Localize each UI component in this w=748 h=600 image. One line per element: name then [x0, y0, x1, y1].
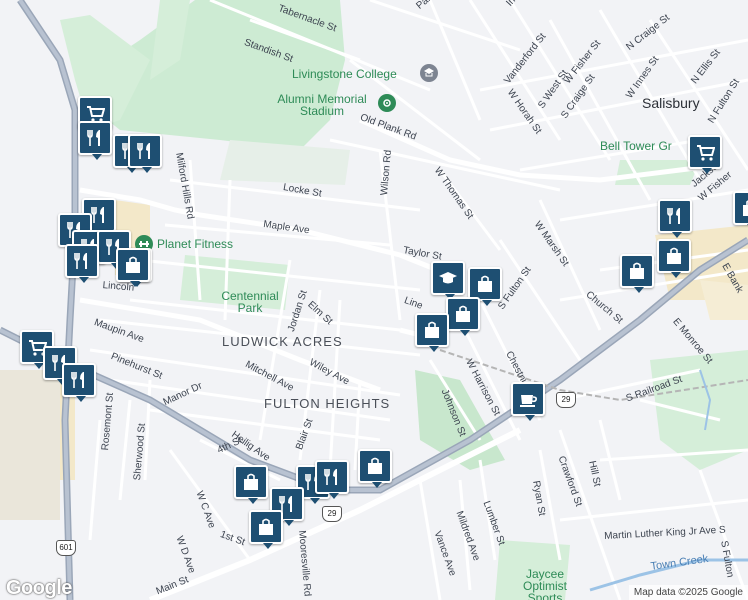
poi-label-alumni-stadium: Alumni Memorial Stadium	[277, 92, 367, 118]
shopping-bag-icon	[740, 198, 748, 218]
map-canvas[interactable]: Tabernacle St Standish St Institute Park…	[0, 0, 748, 600]
route-shield-29: 29	[556, 392, 576, 408]
map-marker-shopping-bag[interactable]	[657, 239, 691, 278]
shopping-bag-icon	[475, 274, 495, 294]
city-label: Salisbury	[642, 95, 700, 111]
shopping-cart-icon	[695, 142, 715, 162]
poi-label-livingstone-college: Livingstone College	[292, 67, 397, 81]
map-marker-restaurant[interactable]	[658, 199, 692, 238]
map-marker-shopping-bag[interactable]	[446, 297, 480, 336]
restaurant-icon	[69, 370, 89, 390]
neighborhood-label: LUDWICK ACRES	[222, 334, 343, 349]
restaurant-icon	[72, 251, 92, 271]
map-marker-shopping-bag[interactable]	[358, 449, 392, 488]
map-marker-shopping-bag[interactable]	[468, 267, 502, 306]
map-marker-restaurant[interactable]	[315, 460, 349, 499]
map-marker-shopping-bag[interactable]	[249, 510, 283, 549]
map-marker-shopping-cart[interactable]	[688, 135, 722, 174]
shopping-bag-icon	[241, 472, 261, 492]
shopping-bag-icon	[123, 255, 143, 275]
google-logo: Google	[6, 577, 72, 599]
restaurant-icon	[665, 206, 685, 226]
shopping-bag-icon	[422, 320, 442, 340]
map-attribution[interactable]: Map data ©2025 Google	[628, 585, 748, 600]
poi-label-planet-fitness: Planet Fitness	[157, 237, 234, 251]
map-marker-restaurant[interactable]	[65, 244, 99, 283]
park-label: Centennial Park	[221, 289, 279, 315]
map-marker-restaurant[interactable]	[78, 121, 112, 160]
education-icon	[438, 268, 458, 288]
shopping-bag-icon	[453, 304, 473, 324]
map-marker-shopping-bag[interactable]	[620, 254, 654, 293]
coffee-icon	[518, 389, 538, 409]
map-marker-education[interactable]	[431, 261, 465, 300]
route-shield-29: 29	[322, 506, 342, 522]
school-icon	[420, 64, 438, 82]
restaurant-icon	[85, 128, 105, 148]
restaurant-icon	[135, 141, 155, 161]
map-marker-shopping-bag[interactable]	[415, 313, 449, 352]
map-marker-shopping-bag[interactable]	[234, 465, 268, 504]
restaurant-icon	[89, 205, 109, 225]
poi-label-jaycee-optimist: Jaycee Optimist Sports	[522, 567, 567, 600]
shopping-bag-icon	[365, 456, 385, 476]
shopping-cart-icon	[85, 103, 105, 123]
shopping-bag-icon	[627, 261, 647, 281]
neighborhood-label: FULTON HEIGHTS	[264, 396, 391, 411]
shopping-bag-icon	[664, 246, 684, 266]
shopping-bag-icon	[256, 517, 276, 537]
restaurant-icon	[322, 467, 342, 487]
map-marker-coffee[interactable]	[511, 382, 545, 421]
map-marker-shopping-bag[interactable]	[116, 248, 150, 287]
map-marker-shopping-bag[interactable]	[733, 191, 748, 230]
map-marker-restaurant[interactable]	[128, 134, 162, 173]
map-marker-restaurant[interactable]	[62, 363, 96, 402]
poi-label-bell-tower: Bell Tower Gr	[600, 139, 672, 153]
route-shield-601: 601	[56, 540, 76, 556]
stadium-icon	[378, 94, 396, 112]
